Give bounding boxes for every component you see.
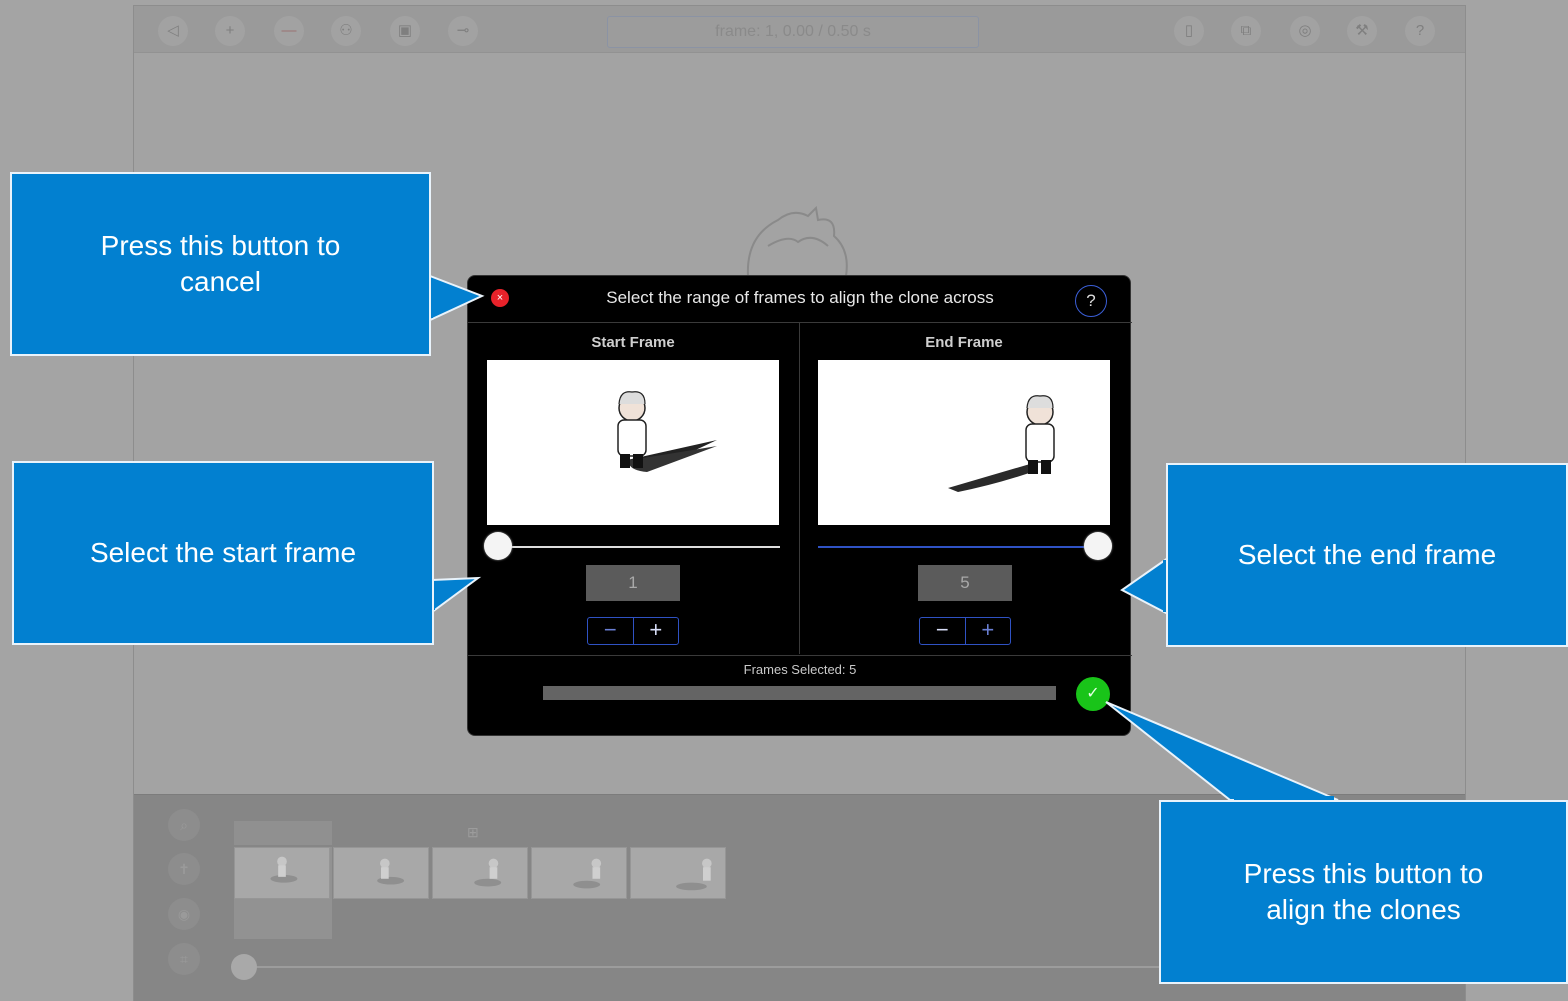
start-frame-slider-knob[interactable] [484,532,512,560]
timeline-frame-thumb[interactable] [234,847,330,899]
wrench-icon[interactable]: ⚒ [1347,16,1377,46]
end-frame-slider-knob[interactable] [1084,532,1112,560]
start-frame-decrement-button[interactable]: − [588,618,634,644]
start-frame-increment-button[interactable]: + [634,618,679,644]
key-icon[interactable]: ⊸ [448,16,478,46]
end-frame-decrement-button[interactable]: − [920,618,966,644]
align-clone-dialog: × Select the range of frames to align th… [467,275,1132,736]
dialog-help-button[interactable]: ? [1075,285,1107,317]
end-frame-preview [818,360,1110,525]
end-frame-label: End Frame [925,334,1003,351]
add-icon[interactable]: + [215,16,245,46]
help-icon[interactable]: ? [1405,16,1435,46]
camera-icon[interactable]: ⚇ [331,16,361,46]
start-frame-label: Start Frame [591,334,675,351]
toolbar: ◁ + — ⚇ ▣ ⊸ frame: 1, 0.00 / 0.50 s ▯ ⧉ … [134,6,1465,53]
start-frame-stepper: − + [587,617,679,645]
frames-selected-text: Frames Selected: 5 [743,662,857,677]
remove-icon[interactable]: — [274,16,304,46]
clipboard-icon[interactable]: ▯ [1174,16,1204,46]
timeline-frame-thumb[interactable] [531,847,627,899]
end-frame-callout: Select the end frame [1166,463,1568,647]
align-callout-text: Press this button to align the clones [1243,857,1484,925]
start-frame-callout-text: Select the start frame [89,536,357,568]
divider [468,655,1132,656]
start-frame-value: 1 [586,565,680,601]
dialog-title: Select the range of frames to align the … [606,288,994,307]
start-frame-slider[interactable] [498,546,780,548]
divider [799,323,800,654]
canvas-character [746,206,848,277]
confirm-align-button[interactable]: ✓ [1076,677,1110,711]
align-progress-bar [543,686,1056,700]
timeline-selected-column [234,821,332,845]
back-icon[interactable]: ◁ [158,16,188,46]
end-frame-increment-button[interactable]: + [966,618,1011,644]
timeline-frame-thumb[interactable] [630,847,726,899]
frame-display: frame: 1, 0.00 / 0.50 s [607,16,979,48]
timeline-frame-thumb[interactable] [333,847,429,899]
group-icon[interactable]: ⊞ [467,824,479,841]
start-frame-callout: Select the start frame [12,461,434,645]
cancel-callout-text: Press this button to cancel [100,229,341,297]
align-callout: Press this button to align the clones [1159,800,1568,984]
cancel-callout: Press this button to cancel [10,172,431,356]
timeline-scrubber-knob[interactable] [231,954,257,980]
photo-icon[interactable]: ▣ [390,16,420,46]
end-frame-stepper: − + [919,617,1011,645]
zoom-icon[interactable]: ⌕ [168,809,200,841]
timeline-frame-thumb[interactable] [432,847,528,899]
pin-icon[interactable]: ◉ [168,898,200,930]
figure-icon[interactable]: ✝ [168,853,200,885]
divider [468,322,1132,323]
end-frame-value: 5 [918,565,1012,601]
settings-icon[interactable]: ◎ [1290,16,1320,46]
crop-icon[interactable]: ⌗ [168,943,200,975]
end-frame-slider[interactable] [818,546,1098,548]
end-frame-callout-text: Select the end frame [1237,538,1497,570]
start-frame-preview [487,360,779,525]
export-icon[interactable]: ⧉ [1231,16,1261,46]
